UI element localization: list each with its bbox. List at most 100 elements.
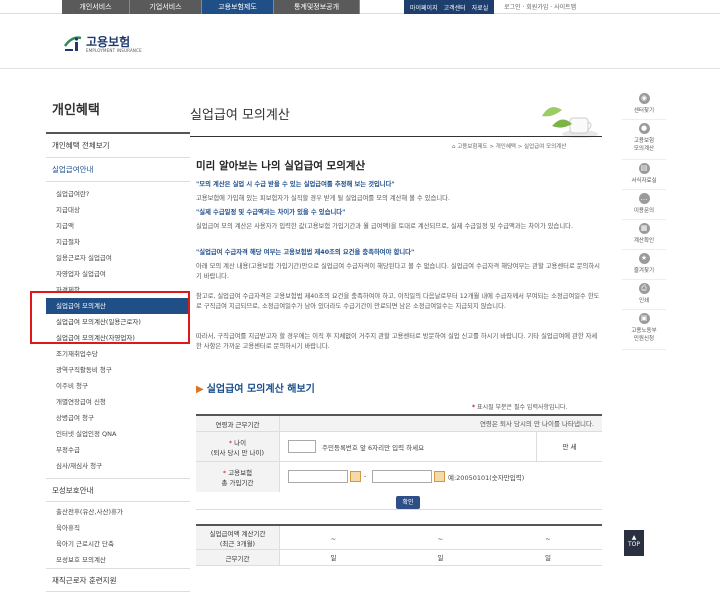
result-value: ~ (437, 535, 444, 543)
top-label: TOP (627, 541, 640, 548)
mypage-link[interactable]: 마이페이지 (410, 3, 438, 12)
quick-label: 즐겨찾기 (633, 268, 655, 274)
printer-icon: ⎙ (638, 283, 650, 294)
quick-print[interactable]: ⎙ 인쇄 (622, 280, 666, 310)
quick-center-search[interactable]: ◉ 센터찾기 (622, 90, 666, 120)
period-label: * 고용보험 총 가입기간 (196, 462, 280, 492)
lnb-item[interactable]: 모성보호 모의계산 (46, 552, 190, 568)
quick-favorites[interactable]: ★ 즐겨찾기 (622, 250, 666, 280)
lnb-item[interactable]: 개별연장급여 신청 (46, 394, 190, 410)
quick-simulation[interactable]: ● 고용보험 모의계산 (622, 120, 666, 160)
main-content: 실업급여 모의계산 ⌂ 고용보험제도 > 개인혜택 > 실업급여 모의계산 미리… (190, 96, 610, 576)
global-nav: 개인서비스 기업서비스 고용보험제도 통계및정보공개 (62, 0, 360, 14)
required-note: * 표시될 부분은 필수 입력사항입니다. (472, 402, 567, 411)
lnb-item[interactable]: 실업급여란? (46, 186, 190, 202)
range-tilde: - (364, 472, 367, 480)
period-start-input[interactable] (288, 470, 348, 483)
page-title: 실업급여 모의계산 (190, 108, 290, 123)
quick-forms[interactable]: ▤ 서식자료실 (622, 160, 666, 190)
chat-icon: … (638, 193, 650, 204)
lnb-item[interactable]: 육아기 근로시간 단축 (46, 536, 190, 552)
gnb-individual[interactable]: 개인서비스 (62, 0, 130, 14)
para-1: 고용보험에 가입해 있는 피보험자가 실직할 경우 받게 될 실업급여를 모의 … (196, 195, 450, 202)
site-logo[interactable]: 고용보험 EMPLOYMENT INSURANCE (62, 30, 152, 60)
para-3: 아래 모의 계산 내용(고용보험 가입기간)만으로 실업급여 수급자격이 해당된… (196, 263, 600, 280)
quick-label: 서식자료실 (631, 178, 657, 184)
lnb-item[interactable]: 일용근로자 실업급여 (46, 250, 190, 266)
quick-moel-petition[interactable]: ▣ 고용노동부 민원신청 (622, 310, 666, 350)
lnb-item[interactable]: 상병급여 청구 (46, 410, 190, 426)
work-value: 일 (330, 554, 337, 562)
lnb-item[interactable]: 인터넷 실업인정 QNA (46, 426, 190, 442)
coffee-cup-icon (542, 107, 598, 138)
age-row: * 나이 (퇴사 당시 만 나이) 주민등록번호 앞 6자리만 입력 하세요 만… (196, 432, 602, 462)
left-nav: 개인혜택 개인혜택 전체보기 실업급여안내 실업급여란? 지급대상 지급액 지급… (46, 96, 190, 592)
lnb-title: 개인혜택 (46, 96, 190, 134)
quick-label: 고용노동부 민원신청 (631, 328, 657, 342)
gnb-statistics[interactable]: 통계및정보공개 (274, 0, 360, 14)
lnb-item[interactable]: 지급액 (46, 218, 190, 234)
result-row: 실업급여액 계산기간 (최근 3개월) ~ ~ ~ (196, 524, 602, 550)
calendar-icon[interactable] (350, 471, 361, 482)
form-header-note: 연령은 퇴사 당시의 만 나이를 나타냅니다. (479, 420, 594, 428)
required-star: * (228, 438, 233, 447)
title-divider (190, 136, 602, 137)
required-note-text: 표시될 부분은 필수 입력사항입니다. (475, 404, 568, 411)
lnb-sub-list-2: 출산전후(유산,사산)휴가 육아휴직 육아기 근로시간 단축 모성보호 모의계산 (46, 502, 190, 568)
age-hint: 주민등록번호 앞 6자리만 입력 하세요 (322, 444, 425, 452)
para-emphasis-2: "실제 수급일정 및 수급액과는 차이가 있을 수 있습니다" (196, 209, 346, 216)
period-label-text: 고용보험 총 가입기간 (221, 469, 254, 487)
quick-inquiry[interactable]: … 이용문의 (622, 190, 666, 220)
confirm-button[interactable]: 확인 (396, 496, 420, 509)
lnb-training[interactable]: 재직근로자 훈련지원 (46, 568, 190, 592)
period-end-input[interactable] (372, 470, 432, 483)
lnb-item[interactable]: 지급대상 (46, 202, 190, 218)
lnb-maternity-guide[interactable]: 모성보호안내 (46, 478, 190, 502)
star-icon: ★ (638, 253, 650, 264)
quick-label: 이용문의 (633, 208, 655, 214)
quick-calc-check[interactable]: ▦ 계산확인 (622, 220, 666, 250)
lnb-item[interactable]: 광역구직활동비 청구 (46, 362, 190, 378)
lnb-item[interactable]: 부정수급 (46, 442, 190, 458)
result-value: ~ (330, 535, 337, 543)
simulation-heading-text: 실업급여 모의계산 해보기 (206, 384, 315, 395)
age-label: * 나이 (퇴사 당시 만 나이) (196, 432, 280, 461)
simulation-form: 연령과 근무기간 연령은 퇴사 당시의 만 나이를 나타냅니다. * 나이 (퇴… (196, 414, 602, 566)
lnb-item[interactable]: 심사/재심사 청구 (46, 458, 190, 474)
lnb-unemployment-guide[interactable]: 실업급여안내 (46, 158, 190, 182)
section-title: 미리 알아보는 나의 실업급여 모의계산 (196, 160, 366, 172)
lnb-item[interactable]: 출산전후(유산,사산)휴가 (46, 504, 190, 520)
lnb-item[interactable]: 육아휴직 (46, 520, 190, 536)
lnb-item[interactable]: 자영업자 실업급여 (46, 266, 190, 282)
work-label: 근무기간 (196, 550, 280, 565)
breadcrumb-text: 고용보험제도 > 개인혜택 > 실업급여 모의계산 (457, 144, 567, 150)
quick-menu: ◉ 센터찾기 ● 고용보험 모의계산 ▤ 서식자료실 … 이용문의 ▦ 계산확인 ★ 즐겨찾… (622, 90, 666, 350)
lnb-all-benefits[interactable]: 개인혜택 전체보기 (46, 134, 190, 158)
para-5: 따라서, 구직급여를 지급받고자 할 경우에는 이직 후 지체없이 거주지 관할… (196, 333, 598, 350)
form-header-row: 연령과 근무기간 연령은 퇴사 당시의 만 나이를 나타냅니다. (196, 416, 602, 432)
logo-mark-icon (63, 36, 82, 51)
arrow-up-icon: ▲ (631, 534, 637, 541)
quick-label: 고용보험 모의계산 (633, 138, 655, 152)
work-value: 일 (545, 554, 551, 562)
work-row: 근무기간 일 일 일 (196, 550, 602, 566)
login-links[interactable]: 로그인 · 회원가입 · 사이트맵 (504, 2, 576, 11)
scroll-top-button[interactable]: ▲ TOP (624, 530, 644, 556)
gnb-business[interactable]: 기업서비스 (130, 0, 202, 14)
library-link[interactable]: 자료실 (472, 3, 489, 12)
para-emphasis-1: "모의 계산은 실업 시 수급 받을 수 있는 실업급여를 추정해 보는 것입니… (196, 181, 395, 188)
lnb-item[interactable]: 조기재취업수당 (46, 346, 190, 362)
quick-label: 인쇄 (638, 298, 650, 304)
lnb-item[interactable]: 이주비 청구 (46, 378, 190, 394)
period-row: * 고용보험 총 가입기간 - 예:20050101(숫자만입력) 확인 (196, 462, 602, 510)
customer-center-link[interactable]: 고객센터 (444, 3, 466, 12)
location-icon: ◉ (638, 93, 650, 104)
age-input[interactable] (288, 440, 316, 453)
gnb-insurance-system[interactable]: 고용보험제도 (202, 0, 274, 14)
calendar-icon[interactable] (434, 471, 445, 482)
document-icon: ▤ (638, 163, 650, 174)
para-emphasis-3: "실업급여 수급자격 해당 여부는 고용보험법 제40조의 요건을 충족하여야 … (196, 249, 415, 256)
lnb-item[interactable]: 지급절차 (46, 234, 190, 250)
form-header-label: 연령과 근무기간 (196, 416, 280, 431)
